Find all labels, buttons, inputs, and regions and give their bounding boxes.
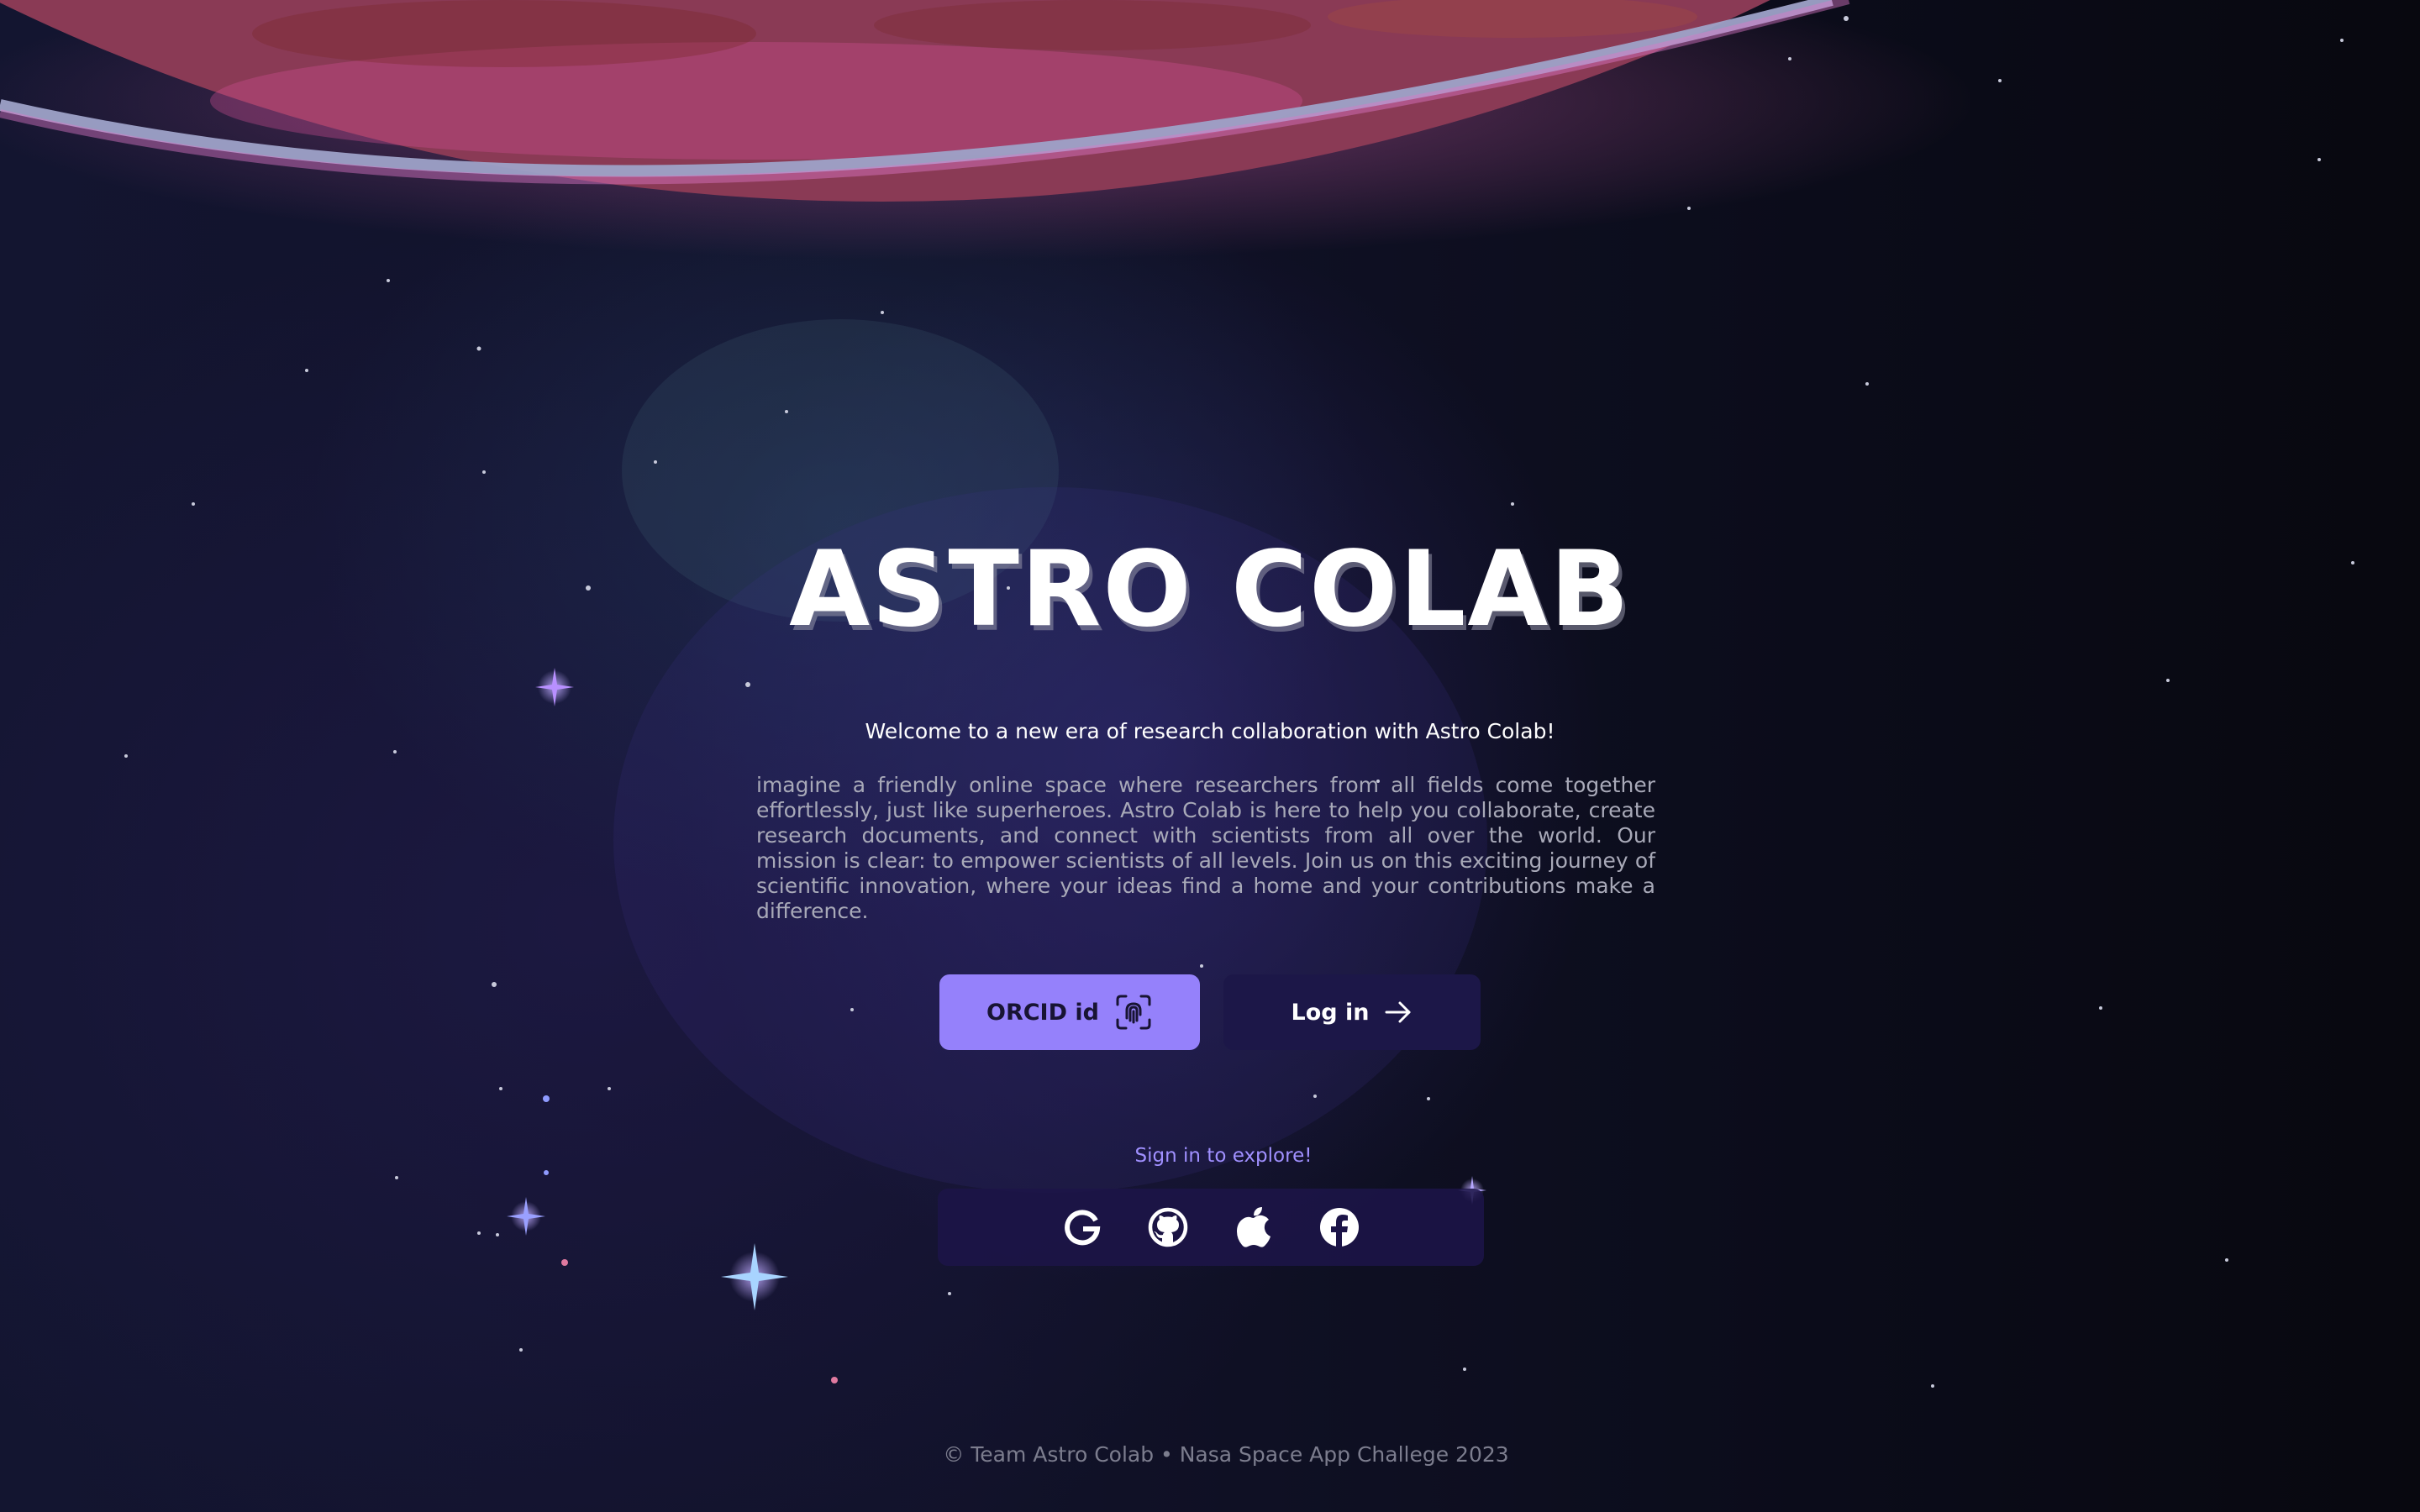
apple-icon[interactable] <box>1232 1205 1276 1249</box>
social-login-bar <box>938 1189 1484 1266</box>
facebook-icon[interactable] <box>1318 1205 1361 1249</box>
login-button-label: Log in <box>1291 999 1370 1026</box>
orcid-button-label: ORCID id <box>986 999 1099 1026</box>
description-text: imagine a friendly online space where re… <box>756 773 1655 923</box>
page-title: ASTRO COLAB <box>789 529 1631 650</box>
fingerprint-icon <box>1114 993 1153 1032</box>
landing-page: ASTRO COLAB Welcome to a new era of rese… <box>0 0 2420 1512</box>
orcid-button[interactable]: ORCID id <box>939 974 1200 1050</box>
footer-credits: © Team Astro Colab • Nasa Space App Chal… <box>943 1442 1509 1467</box>
github-icon[interactable] <box>1146 1205 1190 1249</box>
login-button[interactable]: Log in <box>1223 974 1481 1050</box>
welcome-text: Welcome to a new era of research collabo… <box>865 719 1555 743</box>
hero-content: ASTRO COLAB Welcome to a new era of rese… <box>0 0 2420 1512</box>
arrow-right-icon <box>1384 1000 1413 1025</box>
sign-in-prompt: Sign in to explore! <box>1134 1145 1313 1167</box>
google-icon[interactable] <box>1060 1205 1104 1249</box>
